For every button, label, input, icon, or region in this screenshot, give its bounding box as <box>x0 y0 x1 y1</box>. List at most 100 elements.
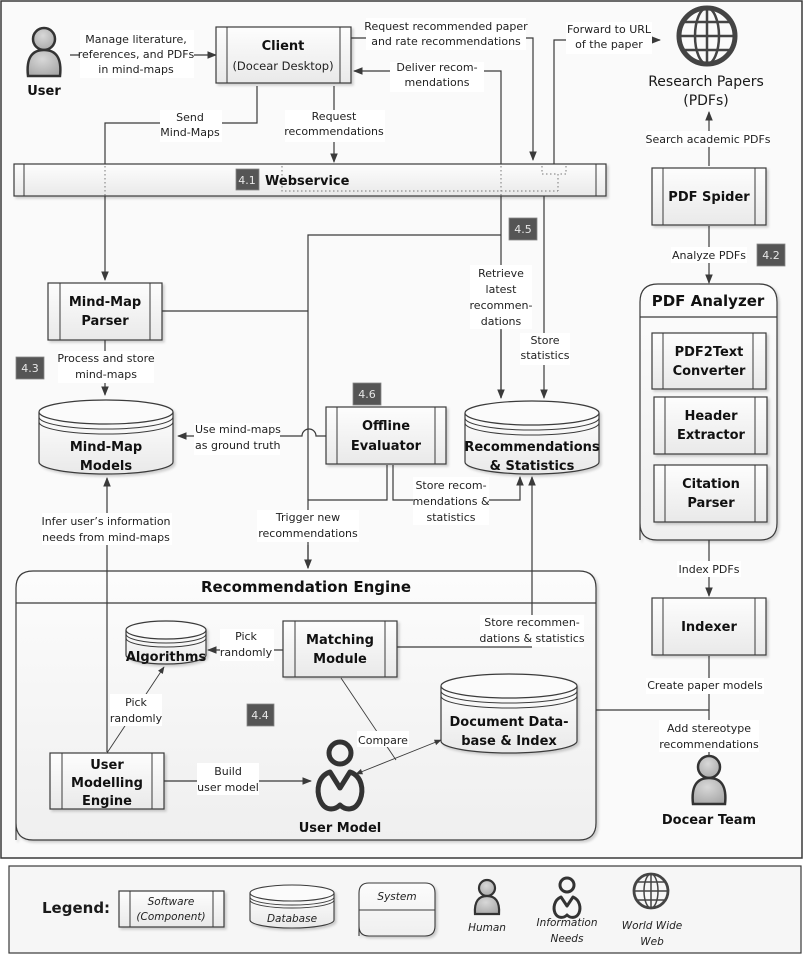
label-add-stereotype-1: Add stereotype <box>667 722 751 735</box>
document-db-title-2: base & Index <box>461 734 557 749</box>
label-manage-2: references, and PDFs <box>78 48 195 61</box>
legend-system-label: System <box>377 891 416 903</box>
legend-info-needs-2: Needs <box>551 933 584 945</box>
label-request-paper-2: and rate recommendations <box>371 35 521 48</box>
webservice-title: Webservice <box>265 174 350 189</box>
research-papers-label: Research Papers <box>648 74 764 90</box>
legend-info-needs-1: Information <box>537 917 598 929</box>
svg-text:4.3: 4.3 <box>21 362 39 375</box>
document-db-title-1: Document Data- <box>450 715 569 730</box>
label-send-1: Send <box>176 111 204 124</box>
label-index-pdfs: Index PDFs <box>679 563 740 576</box>
architecture-diagram: Manage literature, references, and PDFs in… <box>0 0 803 954</box>
offline-evaluator-title-1: Offline <box>362 419 410 434</box>
pdf-analyzer-title: PDF Analyzer <box>652 292 765 310</box>
mind-map-models-title-1: Mind-Map <box>70 440 142 455</box>
label-retrieve-1: Retrieve <box>478 267 524 280</box>
legend-software-1: Software <box>148 896 195 908</box>
label-retrieve-4: dations <box>481 315 522 328</box>
globe-icon <box>632 872 670 910</box>
legend-software-2: (Component) <box>136 911 205 923</box>
research-papers-sublabel: (PDFs) <box>683 93 729 109</box>
label-manage-3: in mind-maps <box>98 63 174 76</box>
svg-text:4.4: 4.4 <box>251 709 269 722</box>
label-request-paper-1: Request recommended paper <box>364 20 528 33</box>
label-forward-url-2: of the paper <box>575 38 643 51</box>
label-process-2: mind-maps <box>75 368 137 381</box>
legend-title: Legend: <box>42 899 110 917</box>
svg-text:4.5: 4.5 <box>514 223 532 236</box>
label-manage-1: Manage literature, <box>85 33 186 46</box>
user-modelling-title-1: User <box>90 758 124 773</box>
matching-module-title-2: Module <box>313 652 367 667</box>
component-citation-parser[interactable] <box>653 464 768 523</box>
globe-icon <box>676 5 738 67</box>
user-model-label: User Model <box>299 821 382 836</box>
legend-www-2: Web <box>640 936 664 948</box>
pdf-spider-title: PDF Spider <box>668 190 750 205</box>
legend: Legend: Software (Component) Database Sy… <box>8 865 802 954</box>
label-trigger-1: Trigger new <box>275 511 340 524</box>
badge-4-3: 4.3 <box>15 356 45 380</box>
badge-4-2: 4.2 <box>756 243 786 267</box>
badge-4-6: 4.6 <box>352 382 382 406</box>
offline-evaluator-title-2: Evaluator <box>351 439 422 454</box>
legend-database-label: Database <box>267 913 317 925</box>
legend-www-1: World Wide <box>622 920 682 932</box>
recs-stats-title-1: Recommendations <box>464 440 600 455</box>
label-retrieve-3: recommen- <box>470 299 533 312</box>
label-send-2: Mind-Maps <box>160 126 220 139</box>
mind-map-parser-title-2: Parser <box>81 314 129 329</box>
algorithms-title: Algorithms <box>126 650 207 665</box>
label-deliver-1: Deliver recom- <box>396 61 477 74</box>
component-header-extractor[interactable] <box>653 396 768 455</box>
label-ground-truth-1: Use mind-maps <box>195 423 281 436</box>
component-client[interactable] <box>215 26 352 84</box>
component-mind-map-parser[interactable] <box>47 282 163 341</box>
user-modelling-title-2: Modelling <box>71 776 143 791</box>
label-forward-url-1: Forward to URL <box>567 23 652 36</box>
header-extractor-title-1: Header <box>684 409 738 424</box>
user-modelling-title-3: Engine <box>82 794 132 809</box>
badge-4-5: 4.5 <box>508 217 538 241</box>
pdf2text-title-1: PDF2Text <box>675 345 744 360</box>
label-analyze-pdfs: Analyze PDFs <box>672 249 746 262</box>
label-infer-2: needs from mind-maps <box>42 531 170 544</box>
client-subtitle: (Docear Desktop) <box>232 59 333 73</box>
component-offline-evaluator[interactable] <box>325 406 447 465</box>
client-title: Client <box>262 39 305 54</box>
label-store-stats-2: statistics <box>520 349 569 362</box>
label-add-stereotype-2: recommendations <box>659 738 759 751</box>
label-trigger-2: recommendations <box>258 527 358 540</box>
svg-text:4.6: 4.6 <box>358 388 376 401</box>
label-store-eval-3: statistics <box>426 511 475 524</box>
recommendation-engine-title: Recommendation Engine <box>201 578 411 596</box>
indexer-title: Indexer <box>681 620 737 635</box>
pdf2text-title-2: Converter <box>673 364 746 379</box>
label-search-pdfs: Search academic PDFs <box>645 133 770 146</box>
recs-stats-title-2: & Statistics <box>490 459 575 474</box>
mind-map-parser-title-1: Mind-Map <box>69 295 141 310</box>
user-label: User <box>27 84 61 99</box>
component-pdf2text[interactable] <box>651 332 767 390</box>
svg-text:Compare: Compare <box>358 734 408 747</box>
label-retrieve-2: latest <box>486 283 518 296</box>
component-matching-module[interactable] <box>282 620 398 678</box>
label-store-eval-1: Store recom- <box>415 479 486 492</box>
label-deliver-2: mendations <box>405 76 470 89</box>
svg-text:4.1: 4.1 <box>238 174 256 187</box>
actor-user[interactable]: User <box>26 26 62 99</box>
label-create-paper-models: Create paper models <box>647 679 763 692</box>
svg-text:4.2: 4.2 <box>762 249 780 262</box>
header-extractor-title-2: Extractor <box>677 428 746 443</box>
badge-4-1: 4.1 <box>235 168 260 191</box>
label-request-recs-2: recommendations <box>284 125 384 138</box>
mind-map-models-title-2: Models <box>80 459 132 474</box>
legend-human-label: Human <box>468 922 506 934</box>
label-request-recs-1: Request <box>312 110 357 123</box>
label-ground-truth-2: as ground truth <box>195 439 281 452</box>
label-process-1: Process and store <box>57 352 154 365</box>
badge-4-4: 4.4 <box>246 703 275 727</box>
label-infer-1: Infer user’s information <box>41 515 170 528</box>
label-store-stats-1: Store <box>530 334 559 347</box>
